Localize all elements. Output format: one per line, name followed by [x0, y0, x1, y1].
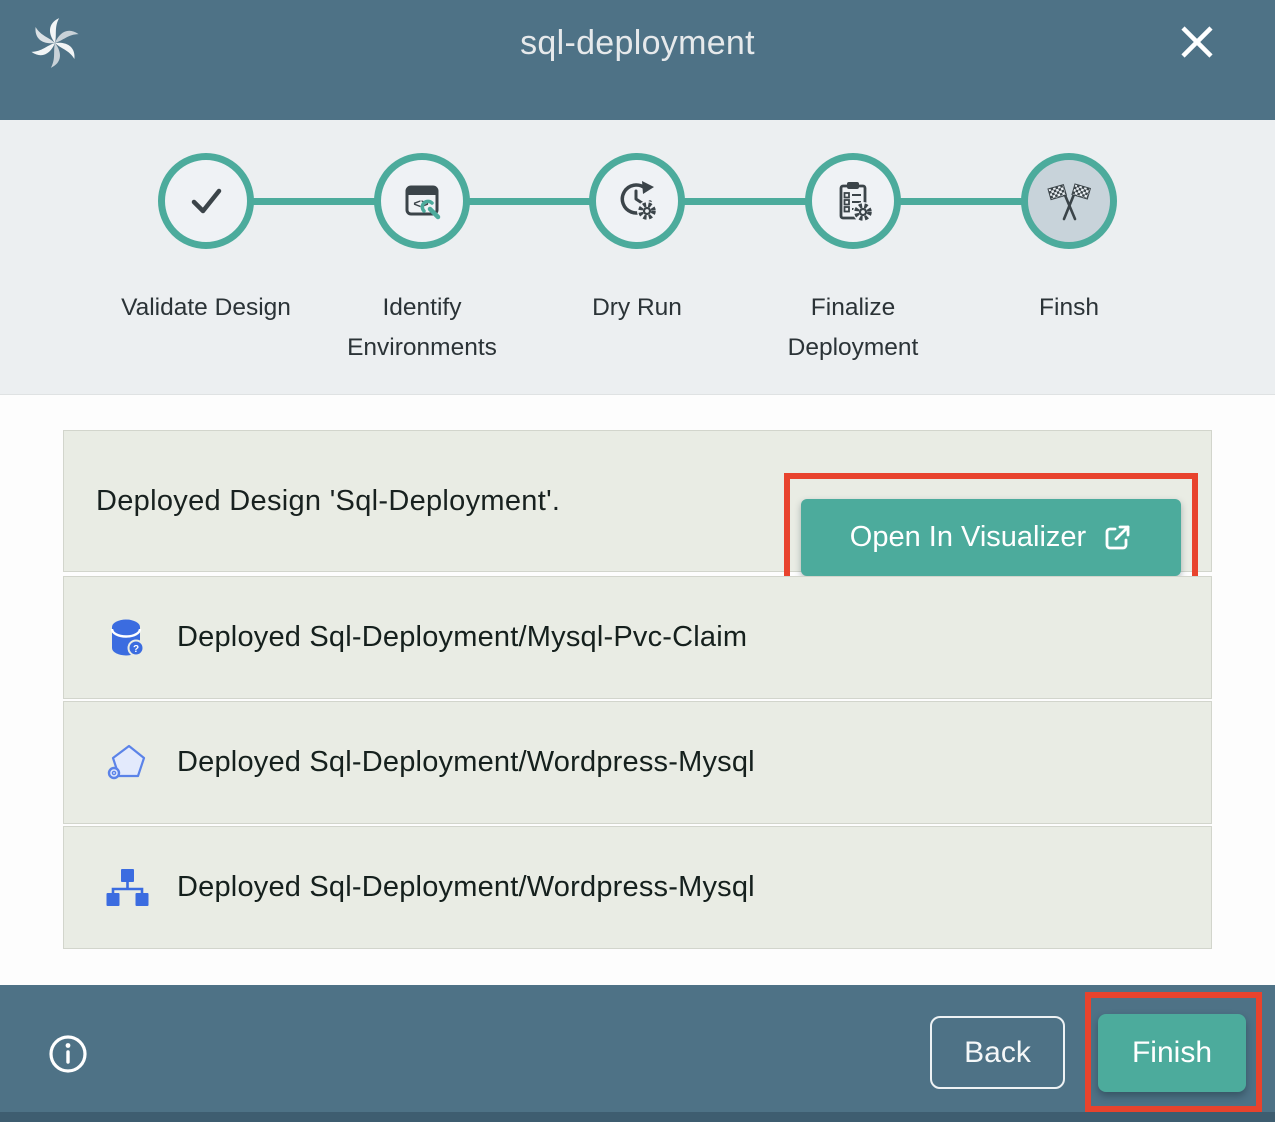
finish-flags-icon — [1046, 178, 1092, 224]
deployed-resource-row: ? Deployed Sql-Deployment/Mysql-Pvc-Clai… — [63, 576, 1212, 699]
window-bottom-edge — [0, 1112, 1275, 1122]
code-configure-icon: <> — [399, 178, 445, 224]
close-icon[interactable] — [1175, 20, 1219, 64]
design-status-row: Deployed Design 'Sql-Deployment'. Open I… — [63, 430, 1212, 572]
step-dry-run — [589, 153, 685, 249]
dry-run-icon — [614, 178, 660, 224]
step-validate-design — [158, 153, 254, 249]
step-label-finalize-deployment: Finalize Deployment — [763, 288, 943, 368]
deployed-resource-row: Deployed Sql-Deployment/Wordpress-Mysql — [63, 701, 1212, 824]
deployed-resource-text: Deployed Sql-Deployment/Wordpress-Mysql — [177, 871, 755, 904]
open-in-visualizer-button[interactable]: Open In Visualizer — [801, 499, 1181, 576]
info-icon[interactable] — [44, 1030, 92, 1078]
step-label-identify-environments: Identify Environments — [332, 288, 512, 368]
step-finish — [1021, 153, 1117, 249]
step-identify-environments: <> — [374, 153, 470, 249]
check-icon — [183, 178, 229, 224]
external-link-icon — [1102, 523, 1132, 553]
step-label-finish: Finsh — [979, 288, 1159, 328]
step-label-dry-run: Dry Run — [547, 288, 727, 328]
pentagon-icon — [102, 739, 150, 787]
design-status-text: Deployed Design 'Sql-Deployment'. — [96, 485, 560, 518]
deployed-resource-text: Deployed Sql-Deployment/Wordpress-Mysql — [177, 746, 755, 779]
finish-button[interactable]: Finish — [1098, 1014, 1246, 1092]
back-button[interactable]: Back — [930, 1016, 1065, 1089]
deployed-resource-text: Deployed Sql-Deployment/Mysql-Pvc-Claim — [177, 621, 747, 654]
clipboard-gear-icon — [830, 178, 876, 224]
hierarchy-icon — [102, 864, 150, 912]
database-icon: ? — [102, 614, 150, 662]
deployed-resource-row: Deployed Sql-Deployment/Wordpress-Mysql — [63, 826, 1212, 949]
results-panel: Deployed Design 'Sql-Deployment'. Open I… — [0, 396, 1275, 985]
open-in-visualizer-label: Open In Visualizer — [850, 521, 1086, 554]
dialog-title: sql-deployment — [0, 24, 1275, 63]
step-finalize-deployment — [805, 153, 901, 249]
step-label-validate-design: Validate Design — [116, 288, 296, 328]
dialog-footer: Back Finish — [0, 985, 1275, 1112]
deployment-stepper: Validate Design <> Identify Environments… — [0, 120, 1275, 395]
dialog-header: sql-deployment — [0, 0, 1275, 120]
svg-text:?: ? — [133, 643, 139, 654]
